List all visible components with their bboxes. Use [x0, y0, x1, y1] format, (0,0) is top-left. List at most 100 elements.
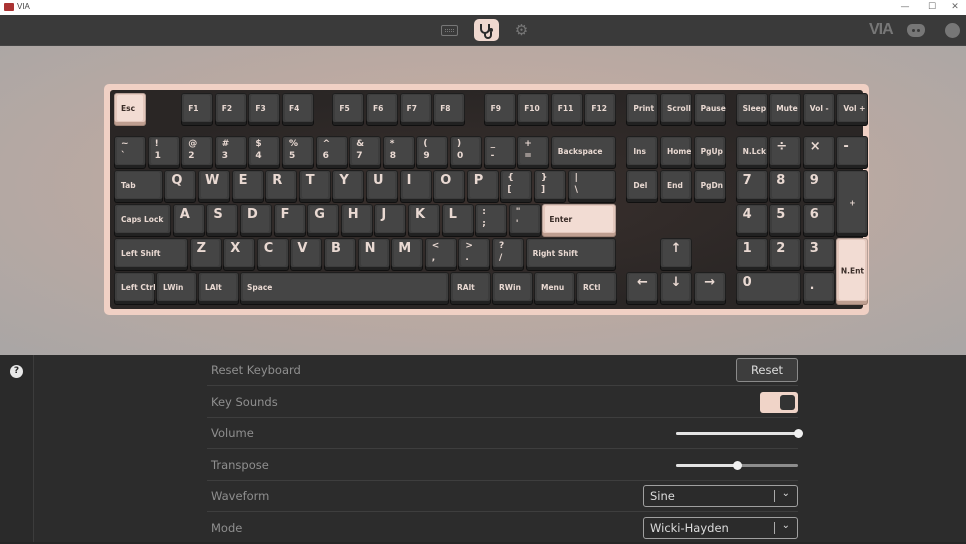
- key-rwin[interactable]: RWin: [492, 272, 533, 305]
- key-lbracket[interactable]: {[: [500, 170, 533, 203]
- key-4[interactable]: $4: [248, 136, 281, 169]
- volume-slider-thumb[interactable]: [793, 429, 803, 438]
- key-w[interactable]: W: [198, 170, 231, 203]
- minimize-button[interactable]: —: [890, 0, 920, 15]
- key-kp8[interactable]: 8: [769, 170, 802, 203]
- key-d[interactable]: D: [240, 204, 273, 237]
- key-lalt[interactable]: LAlt: [198, 272, 239, 305]
- key-home[interactable]: Home: [660, 136, 693, 169]
- key-equal[interactable]: + =: [517, 136, 550, 169]
- key-right[interactable]: →: [693, 272, 726, 305]
- keyboard-icon[interactable]: [441, 25, 458, 36]
- key-left[interactable]: ←: [626, 272, 659, 305]
- key-kp0[interactable]: 0: [735, 272, 802, 305]
- key-minus[interactable]: _ -: [483, 136, 516, 169]
- key-3[interactable]: #3: [214, 136, 247, 169]
- key-scroll[interactable]: Scroll: [660, 93, 693, 126]
- key-f5[interactable]: F5: [332, 93, 365, 126]
- key-2[interactable]: @2: [181, 136, 214, 169]
- key-f1[interactable]: F1: [181, 93, 214, 126]
- key-f9[interactable]: F9: [483, 93, 516, 126]
- key-i[interactable]: I: [399, 170, 432, 203]
- key-enter[interactable]: Enter: [542, 204, 617, 237]
- key-5[interactable]: % 5: [282, 136, 315, 169]
- key-ins[interactable]: Ins: [626, 136, 659, 169]
- key-end[interactable]: End: [660, 170, 693, 203]
- key-space[interactable]: Space: [240, 272, 449, 305]
- key-f2[interactable]: F2: [214, 93, 247, 126]
- key-e[interactable]: E: [231, 170, 264, 203]
- key-f3[interactable]: F3: [248, 93, 281, 126]
- key-f8[interactable]: F8: [433, 93, 466, 126]
- help-icon[interactable]: ?: [10, 365, 23, 378]
- key-vol-down[interactable]: Vol -: [802, 93, 835, 126]
- key-r[interactable]: R: [265, 170, 298, 203]
- key-kp4[interactable]: 4: [735, 204, 768, 237]
- key-9[interactable]: (9: [416, 136, 449, 169]
- key-s[interactable]: S: [206, 204, 239, 237]
- key-x[interactable]: X: [223, 238, 256, 271]
- key-sleep[interactable]: Sleep: [735, 93, 768, 126]
- key-f11[interactable]: F11: [550, 93, 583, 126]
- key-kp7[interactable]: 7: [735, 170, 768, 203]
- key-z[interactable]: Z: [189, 238, 222, 271]
- key-kp-mul[interactable]: ×: [802, 136, 835, 169]
- key-kp1[interactable]: 1: [735, 238, 768, 271]
- key-semicolon[interactable]: :;: [475, 204, 508, 237]
- key-pgdn[interactable]: PgDn: [693, 170, 726, 203]
- key-pause[interactable]: Pause: [693, 93, 726, 126]
- key-kp-dot[interactable]: .: [802, 272, 835, 305]
- key-m[interactable]: M: [391, 238, 424, 271]
- key-caps[interactable]: Caps Lock: [114, 204, 172, 237]
- github-icon[interactable]: [945, 23, 960, 38]
- key-kp-enter[interactable]: N.Ent: [836, 238, 869, 305]
- volume-slider[interactable]: [676, 429, 803, 438]
- key-6[interactable]: ^ 6: [315, 136, 348, 169]
- key-0[interactable]: ) 0: [450, 136, 483, 169]
- key-kp2[interactable]: 2: [769, 238, 802, 271]
- key-kp3[interactable]: 3: [802, 238, 835, 271]
- key-lctrl[interactable]: Left Ctrl: [114, 272, 155, 305]
- key-kp-div[interactable]: ÷: [769, 136, 802, 169]
- key-kp9[interactable]: 9: [802, 170, 835, 203]
- key-o[interactable]: O: [433, 170, 466, 203]
- key-sounds-toggle[interactable]: [760, 392, 798, 413]
- key-q[interactable]: Q: [164, 170, 197, 203]
- key-t[interactable]: T: [298, 170, 331, 203]
- transpose-slider[interactable]: [676, 461, 798, 470]
- key-nlck[interactable]: N.Lck: [735, 136, 768, 169]
- key-pgup[interactable]: PgUp: [693, 136, 726, 169]
- key-v[interactable]: V: [290, 238, 323, 271]
- key-f10[interactable]: F10: [517, 93, 550, 126]
- key-ralt[interactable]: RAlt: [450, 272, 491, 305]
- key-esc[interactable]: Esc: [114, 93, 147, 126]
- key-kp-sub[interactable]: -: [836, 136, 869, 169]
- key-p[interactable]: P: [466, 170, 499, 203]
- key-k[interactable]: K: [408, 204, 441, 237]
- key-rbracket[interactable]: }]: [534, 170, 567, 203]
- waveform-select[interactable]: Sine ⌄: [643, 485, 798, 507]
- key-y[interactable]: Y: [332, 170, 365, 203]
- transpose-slider-thumb[interactable]: [732, 461, 742, 470]
- gear-icon[interactable]: ⚙: [514, 23, 529, 38]
- key-j[interactable]: J: [374, 204, 407, 237]
- key-tab[interactable]: Tab: [114, 170, 163, 203]
- key-f4[interactable]: F4: [282, 93, 315, 126]
- key-del[interactable]: Del: [626, 170, 659, 203]
- key-u[interactable]: U: [366, 170, 399, 203]
- mode-select[interactable]: Wicki-Hayden ⌄: [643, 517, 798, 539]
- key-f6[interactable]: F6: [366, 93, 399, 126]
- key-kp6[interactable]: 6: [802, 204, 835, 237]
- key-rctrl[interactable]: RCtl: [576, 272, 617, 305]
- key-a[interactable]: A: [172, 204, 205, 237]
- close-button[interactable]: ✕: [940, 0, 966, 15]
- key-c[interactable]: C: [256, 238, 289, 271]
- key-backspace[interactable]: Backspace: [550, 136, 617, 169]
- key-comma[interactable]: <,: [424, 238, 457, 271]
- key-b[interactable]: B: [324, 238, 357, 271]
- key-8[interactable]: * 8: [382, 136, 415, 169]
- key-h[interactable]: H: [340, 204, 373, 237]
- via-logo[interactable]: VIA: [869, 21, 894, 39]
- key-kp5[interactable]: 5: [769, 204, 802, 237]
- key-mute[interactable]: Mute: [769, 93, 802, 126]
